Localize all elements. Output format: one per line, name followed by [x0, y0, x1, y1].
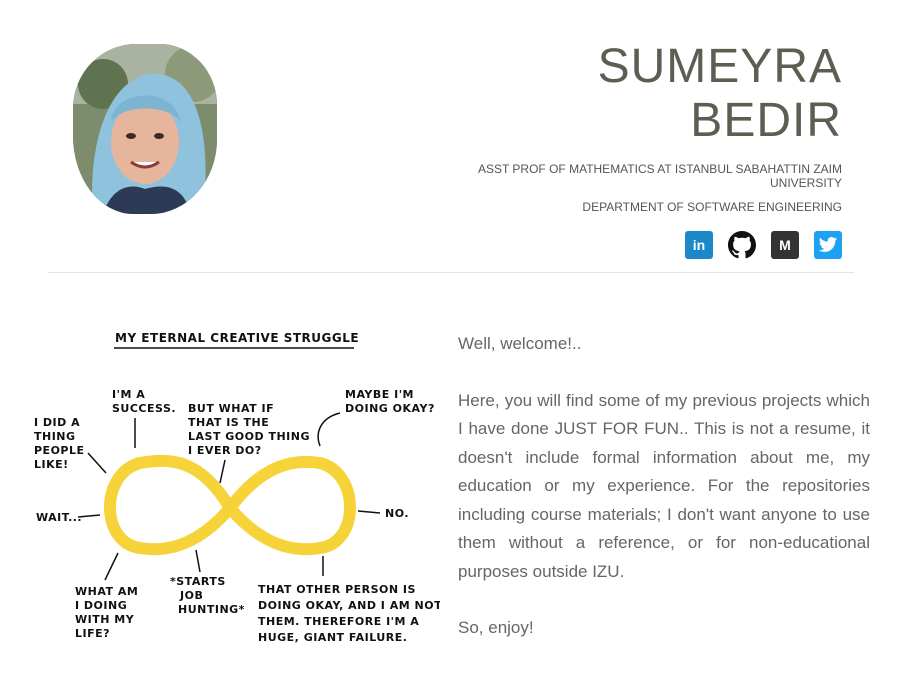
comic-title: MY ETERNAL CREATIVE STRUGGLE [115, 331, 359, 345]
profile-photo [73, 44, 217, 214]
comic-label: I DID A [34, 416, 80, 429]
profile-name-first: SUMEYRA [597, 40, 842, 93]
medium-link[interactable]: M [771, 231, 799, 259]
comic-label: THAT IS THE [188, 416, 269, 429]
linkedin-link[interactable]: in [685, 231, 713, 259]
comic-label: DOING OKAY? [345, 402, 435, 415]
github-link[interactable] [728, 231, 756, 259]
comic-label: THING [34, 430, 76, 443]
comic-label: WHAT AM [75, 585, 138, 598]
infinity-loop [104, 454, 356, 556]
comic-label: DOING OKAY, AND I AM NOT [258, 599, 440, 612]
comic-label: SUCCESS. [112, 402, 176, 415]
profile-title: ASST PROF OF MATHEMATICS AT ISTANBUL SAB… [477, 162, 842, 190]
welcome-greeting: Well, welcome!.. [458, 334, 582, 353]
comic-label: MAYBE I'M [345, 388, 414, 401]
comic-label: THAT OTHER PERSON IS [258, 583, 416, 596]
welcome-text: Well, welcome!.. Here, you will find som… [458, 330, 870, 671]
social-links: in M [685, 231, 842, 259]
comic-label: BUT WHAT IF [188, 402, 274, 415]
profile-name-last: BEDIR [690, 94, 842, 147]
linkedin-icon: in [692, 237, 706, 253]
profile-department: DEPARTMENT OF SOFTWARE ENGINEERING [582, 200, 842, 214]
comic-label: NO. [385, 507, 409, 520]
twitter-link[interactable] [814, 231, 842, 259]
comic-label: LAST GOOD THING [188, 430, 310, 443]
creative-struggle-comic: MY ETERNAL CREATIVE STRUGGLE I DID A THI… [30, 318, 442, 663]
comic-label: WITH MY [75, 613, 135, 626]
welcome-body: Here, you will find some of my previous … [458, 390, 870, 581]
comic-label: WAIT... [36, 511, 82, 524]
comic-label: PEOPLE [34, 444, 85, 457]
comic-label: *STARTS [170, 575, 226, 588]
comic-label: THEM. THEREFORE I'M A [258, 615, 419, 628]
welcome-closing: So, enjoy! [458, 618, 534, 637]
medium-icon: M [779, 237, 791, 253]
profile-header: SUMEYRA BEDIR ASST PROF OF MATHEMATICS A… [422, 40, 842, 214]
comic-label: I'M A [112, 388, 145, 401]
comic-label: HUNTING* [178, 603, 245, 616]
comic-label: LIFE? [75, 627, 110, 640]
comic-label: JOB [179, 589, 203, 602]
comic-label: LIKE! [34, 458, 69, 471]
twitter-icon [818, 237, 838, 252]
comic-label: HUGE, GIANT FAILURE. [258, 631, 407, 644]
comic-label: I EVER DO? [188, 444, 262, 457]
header-divider [48, 272, 854, 273]
github-icon [728, 231, 756, 259]
comic-label: I DOING [75, 599, 127, 612]
